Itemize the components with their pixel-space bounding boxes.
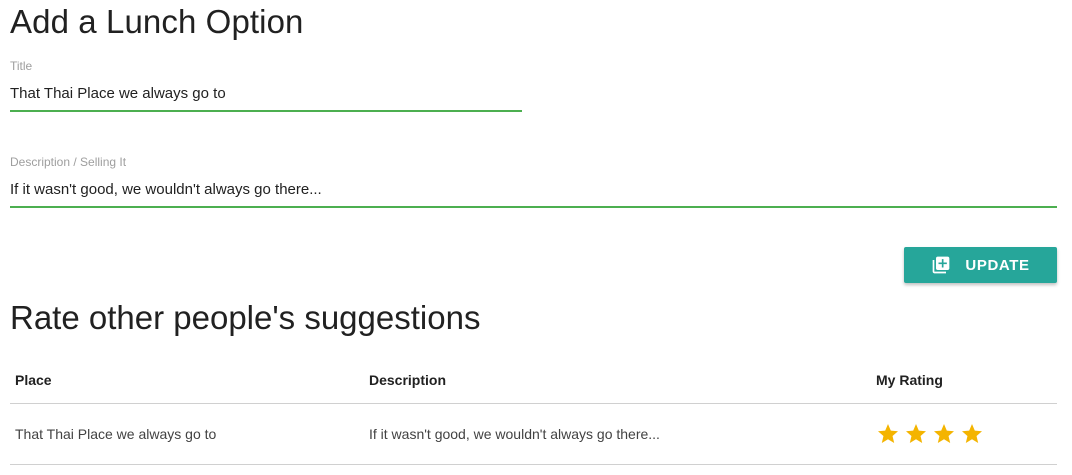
rate-suggestions-heading: Rate other people's suggestions <box>10 299 481 336</box>
star-icon[interactable] <box>960 422 984 446</box>
title-field[interactable]: Title <box>10 59 522 112</box>
title-input[interactable] <box>10 83 522 105</box>
update-button[interactable]: UPDATE <box>904 247 1057 283</box>
table-header-row: Place Description My Rating <box>10 356 1057 404</box>
description-label: Description / Selling It <box>10 155 127 169</box>
update-button-label: UPDATE <box>965 256 1030 274</box>
table-row: That Thai Place we always go to If it wa… <box>10 403 1057 465</box>
row-rating <box>871 403 1057 465</box>
library-add-icon <box>931 255 951 275</box>
star-icon[interactable] <box>932 422 956 446</box>
star-rating[interactable] <box>876 422 1057 446</box>
description-underline <box>10 206 1057 208</box>
column-header-rating: My Rating <box>871 356 1057 404</box>
description-input[interactable] <box>10 179 1057 201</box>
column-header-place: Place <box>10 356 364 404</box>
column-header-description: Description <box>364 356 871 404</box>
row-place: That Thai Place we always go to <box>10 403 364 465</box>
add-lunch-heading: Add a Lunch Option <box>10 3 304 40</box>
title-label: Title <box>10 59 33 73</box>
title-underline <box>10 110 522 112</box>
star-icon[interactable] <box>876 422 900 446</box>
star-icon[interactable] <box>904 422 928 446</box>
description-field[interactable]: Description / Selling It <box>10 155 1057 208</box>
page: Add a Lunch Option Title Description / S… <box>0 0 1072 475</box>
row-description: If it wasn't good, we wouldn't always go… <box>364 403 871 465</box>
suggestions-table: Place Description My Rating That Thai Pl… <box>10 356 1057 465</box>
